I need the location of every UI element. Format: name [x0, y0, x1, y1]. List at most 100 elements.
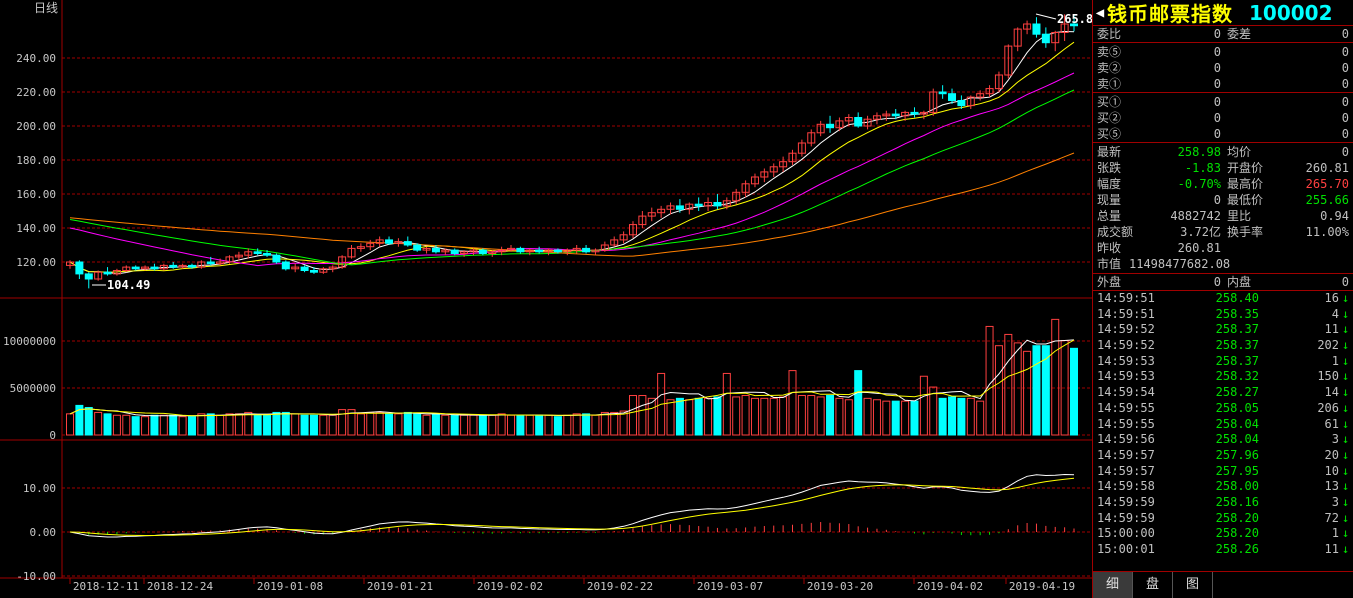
candle [675, 205, 684, 210]
date-axis-label: 2019-02-02 [477, 580, 543, 593]
volume-bar [910, 400, 919, 436]
kline-chart-area[interactable]: 240.00 220.00 200.00 180.00 160.00 140.00 120.… [0, 0, 1092, 598]
kline-chart[interactable]: 240.00 220.00 200.00 180.00 160.00 140.00 120.… [0, 0, 1092, 598]
tick-price: 258.27 [1215, 385, 1259, 400]
bid-label: 买⑤ [1097, 127, 1122, 141]
candle [187, 264, 196, 268]
volume-bar [844, 399, 853, 436]
tick-row: 14:59:59 258.16 3 ↓ [1093, 495, 1353, 511]
tick-volume: 16 [1324, 291, 1339, 305]
volume-bar [872, 399, 881, 436]
date-axis-label: 2018-12-24 [147, 580, 214, 593]
candle [516, 247, 525, 253]
weicha-label: 委差 [1227, 27, 1252, 41]
date-axis-label: 2019-03-20 [807, 580, 873, 593]
low-value: 255.66 [1305, 193, 1349, 207]
down-arrow-icon: ↓ [1342, 400, 1350, 415]
volume-bar [544, 414, 553, 436]
ask-price: 0 [1213, 77, 1221, 91]
volume-bar [281, 411, 290, 436]
tick-price: 258.37 [1215, 353, 1259, 368]
tick-time: 14:59:58 [1097, 479, 1155, 494]
price-axis-label: 180.00 [16, 154, 56, 167]
tick-volume: 13 [1324, 479, 1339, 494]
candle [385, 239, 394, 244]
latest-label: 最新 [1097, 145, 1122, 159]
down-arrow-icon: ↓ [1342, 447, 1350, 462]
down-arrow-icon: ↓ [1342, 369, 1350, 384]
tick-row: 15:00:00 258.20 1 ↓ [1093, 526, 1353, 542]
ask-row: 卖② 0 0 [1093, 60, 1353, 76]
market-cap-value: 11498477682.08 [1129, 257, 1231, 271]
tick-time: 14:59:55 [1097, 416, 1155, 431]
volume-bar [854, 370, 863, 436]
volume-bar [985, 325, 994, 436]
volume-bar [403, 411, 412, 436]
total-volume-value: 4882742 [1170, 209, 1221, 223]
low-label: 最低价 [1227, 193, 1264, 207]
volume-bar [478, 414, 487, 436]
tick-price: 258.37 [1215, 338, 1259, 353]
volume-bar [525, 414, 534, 436]
volume-bar [103, 413, 112, 436]
price-axis-label: 200.00 [16, 120, 56, 133]
tab-chart[interactable]: 图 [1173, 572, 1213, 598]
back-arrow-icon[interactable]: ◀ [1093, 5, 1107, 21]
tick-time: 14:59:55 [1097, 400, 1155, 415]
down-arrow-icon: ↓ [1342, 432, 1350, 447]
amount-value: 3.72亿 [1180, 225, 1221, 239]
volume-bar [216, 414, 225, 436]
chart-grid [0, 0, 1092, 584]
tick-volume: 20 [1324, 447, 1339, 462]
tab-book[interactable]: 盘 [1133, 572, 1173, 598]
tick-row: 14:59:55 258.04 61 ↓ [1093, 417, 1353, 433]
bid-label: 买① [1097, 95, 1122, 109]
tab-detail[interactable]: 细 [1093, 572, 1133, 598]
candle [403, 241, 412, 246]
tick-time: 14:59:59 [1097, 510, 1155, 525]
bid-volume: 0 [1341, 95, 1349, 109]
volume-bar [1051, 318, 1060, 436]
tick-row: 14:59:57 257.96 20 ↓ [1093, 448, 1353, 464]
ask-row: 卖① 0 0 [1093, 76, 1353, 92]
candle [854, 117, 863, 127]
weibi-row: 委比 0 委差 0 [1093, 26, 1353, 42]
volume-bar [150, 414, 159, 436]
volume-bar [516, 414, 525, 436]
moving-average-line [69, 72, 1075, 267]
candle [253, 251, 262, 255]
volume-bar [488, 414, 497, 436]
volume-bar [112, 414, 121, 436]
down-arrow-icon: ↓ [1342, 479, 1350, 494]
tick-time: 14:59:56 [1097, 432, 1155, 447]
period-label[interactable]: 日线 [34, 1, 58, 15]
tick-list[interactable]: 14:59:51 258.40 16 ↓ 14:59:51 258.35 4 ↓ 14:59:5… [1093, 291, 1353, 558]
tick-volume: 202 [1317, 338, 1339, 353]
down-arrow-icon: ↓ [1342, 322, 1350, 337]
down-arrow-icon: ↓ [1342, 353, 1350, 368]
price-axis-label: 220.00 [16, 86, 56, 99]
date-axis-label: 2018-12-11 [73, 580, 139, 593]
volume-bar [572, 413, 581, 436]
volume-axis-label: 10000000 [3, 335, 56, 348]
ask-row: 卖⑤ 0 0 [1093, 44, 1353, 60]
change-value: -1.83 [1184, 161, 1221, 175]
tick-volume: 3 [1331, 432, 1339, 447]
tick-volume: 10 [1324, 463, 1339, 478]
candle [938, 91, 947, 95]
bid-price: 0 [1213, 111, 1221, 125]
volume-bar [319, 414, 328, 436]
tick-price: 258.04 [1215, 416, 1259, 431]
date-axis-label: 2019-04-19 [1009, 580, 1075, 593]
volume-bar [685, 399, 694, 436]
ask-label: 卖② [1097, 61, 1122, 75]
candle [957, 100, 966, 107]
macd-dea-line [69, 477, 1075, 536]
candle [206, 261, 215, 265]
panel-tabs: 细 盘 图 [1093, 571, 1353, 598]
tick-volume: 11 [1324, 542, 1339, 556]
volume-bar [582, 413, 591, 436]
weibi-section: 委比 0 委差 0 [1093, 26, 1353, 43]
volume-bar [750, 397, 759, 436]
volume-bar [816, 396, 825, 436]
